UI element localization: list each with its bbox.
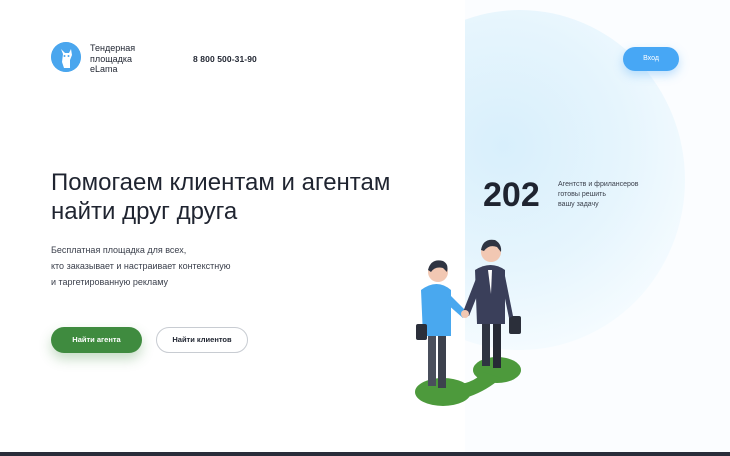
brand-line: Тендерная — [90, 43, 136, 53]
find-clients-button[interactable]: Найти клиентов — [156, 327, 248, 353]
hero-subtitle-line: и таргетированную рекламу — [51, 277, 168, 287]
hero-subtitle: Бесплатная площадка для всех, кто заказы… — [51, 242, 271, 290]
agencies-count-description: Агентств и фрилансеров готовы решить ваш… — [558, 180, 653, 210]
brand-name[interactable]: Тендерная площадка eLama — [90, 43, 160, 75]
phone-number[interactable]: 8 800 500-31-90 — [193, 54, 257, 64]
hero-subtitle-line: кто заказывает и настраивает контекстную — [51, 261, 231, 271]
hero-title: Помогаем клиентам и агентам найти друг д… — [51, 168, 431, 226]
bottom-bar — [0, 452, 730, 456]
brand-line: eLama — [90, 64, 118, 74]
llama-logo-icon[interactable] — [51, 42, 81, 72]
hero-title-line: найти друг друга — [51, 198, 238, 225]
handshake-illustration — [405, 232, 535, 412]
hero-subtitle-line: Бесплатная площадка для всех, — [51, 245, 187, 255]
login-button[interactable]: Вход — [623, 47, 679, 71]
brand-line: площадка — [90, 53, 133, 64]
find-agent-button[interactable]: Найти агента — [51, 327, 142, 353]
stat-desc-line: готовы решить — [558, 191, 607, 198]
hero-title-line: Помогаем клиентам и агентам — [51, 169, 391, 196]
stat-desc-line: Агентств и фрилансеров — [558, 181, 639, 188]
stat-desc-line: вашу задачу — [558, 201, 599, 208]
agencies-count: 202 — [483, 176, 540, 214]
